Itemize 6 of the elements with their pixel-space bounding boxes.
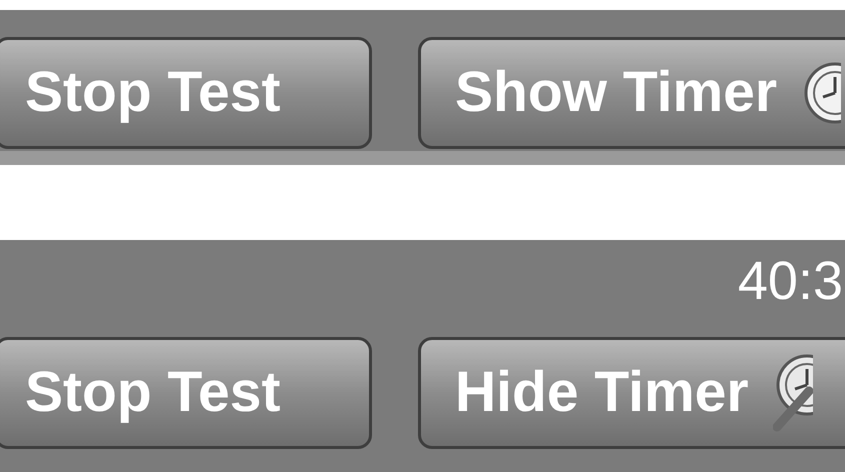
crossed-clock-icon [772, 353, 813, 433]
timer-reading: 40:3 [738, 254, 843, 313]
stop-test-button[interactable]: Stop Test [0, 337, 372, 449]
stop-test-button[interactable]: Stop Test [0, 37, 372, 149]
timer-button[interactable]: Show Timer [418, 37, 845, 149]
timer-button[interactable]: Hide Timer [418, 337, 845, 449]
